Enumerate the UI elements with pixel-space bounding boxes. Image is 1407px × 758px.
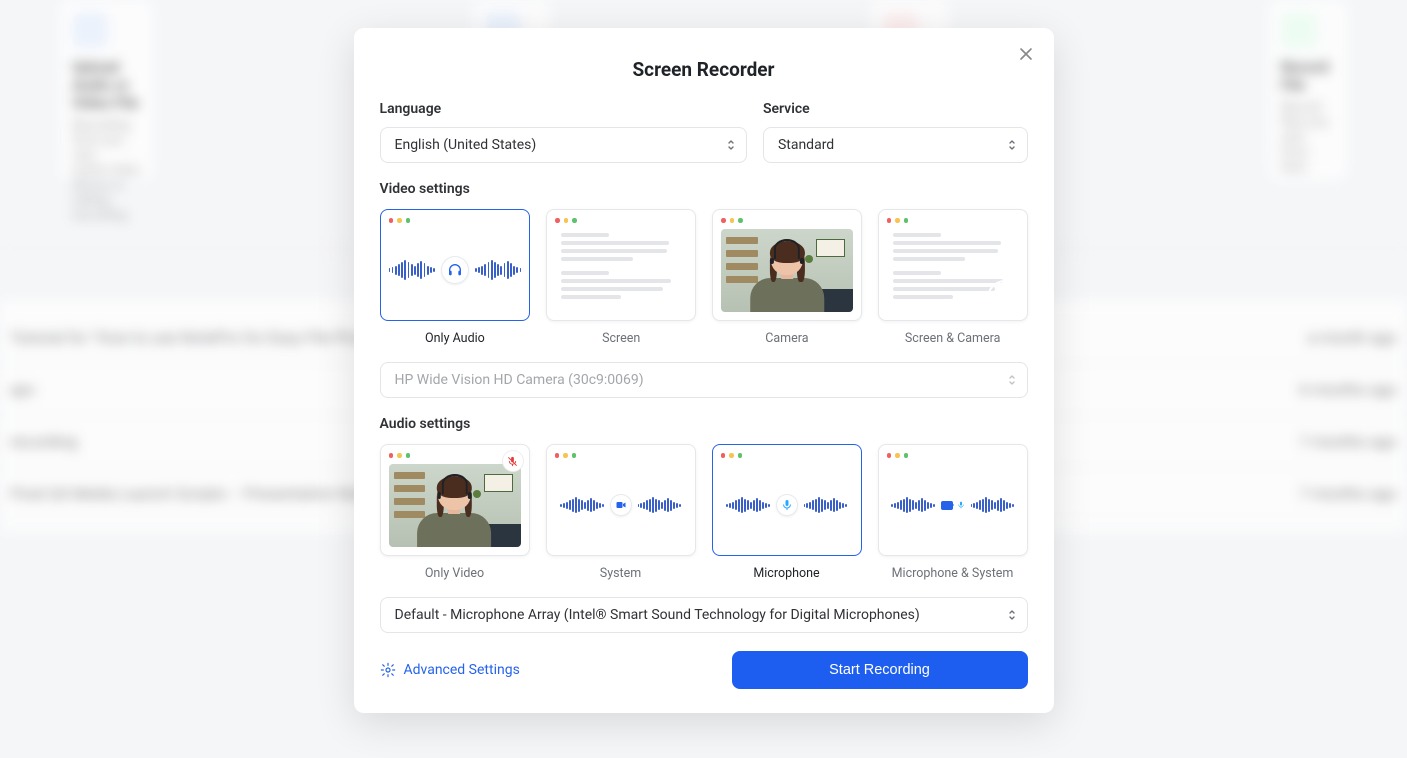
start-recording-button[interactable]: Start Recording	[732, 651, 1028, 689]
chevron-updown-icon	[726, 138, 736, 152]
advanced-settings-link[interactable]: Advanced Settings	[380, 662, 520, 678]
language-label: Language	[380, 101, 747, 117]
audio-settings-options: Only Video System	[380, 444, 1028, 581]
close-icon	[1019, 47, 1033, 61]
waveform-icon	[560, 497, 603, 513]
video-option-label: Camera	[765, 331, 808, 346]
video-mic-icon	[941, 500, 965, 510]
microphone-device-select[interactable]: Default - Microphone Array (Intel® Smart…	[380, 597, 1028, 633]
camera-device-select[interactable]: HP Wide Vision HD Camera (30c9:0069)	[380, 362, 1028, 398]
camera-preview-image	[389, 464, 521, 548]
waveform-icon	[638, 497, 681, 513]
chevron-updown-icon	[1007, 138, 1017, 152]
audio-option-microphone[interactable]	[712, 444, 862, 556]
microphone-device-value: Default - Microphone Array (Intel® Smart…	[395, 607, 920, 623]
service-value: Standard	[778, 137, 834, 153]
audio-option-only-video[interactable]	[380, 444, 530, 556]
waveform-icon	[389, 260, 435, 280]
video-option-screen[interactable]	[546, 209, 696, 321]
audio-option-mic-system[interactable]	[878, 444, 1028, 556]
video-settings-options: Only Audio Screen	[380, 209, 1028, 346]
video-option-screen-camera[interactable]	[878, 209, 1028, 321]
audio-option-system[interactable]	[546, 444, 696, 556]
mic-muted-icon	[503, 451, 523, 471]
microphone-icon	[776, 494, 798, 516]
document-skeleton-icon	[555, 229, 687, 299]
window-dots-icon	[555, 453, 687, 458]
audio-option-label: System	[600, 566, 641, 581]
waveform-icon	[475, 260, 521, 280]
video-settings-label: Video settings	[380, 181, 1028, 197]
modal-title: Screen Recorder	[380, 58, 1028, 81]
chevron-updown-icon	[1007, 608, 1017, 622]
video-option-camera[interactable]	[712, 209, 862, 321]
waveform-icon	[891, 497, 934, 513]
audio-option-label: Only Video	[425, 566, 484, 581]
language-select[interactable]: English (United States)	[380, 127, 747, 163]
video-option-only-audio[interactable]	[380, 209, 531, 321]
camera-thumbnail	[989, 282, 1021, 314]
audio-settings-label: Audio settings	[380, 416, 1028, 432]
service-label: Service	[763, 101, 1028, 117]
video-option-label: Only Audio	[425, 331, 485, 346]
gear-icon	[380, 662, 396, 678]
camera-device-value: HP Wide Vision HD Camera (30c9:0069)	[395, 372, 644, 388]
waveform-icon	[804, 497, 847, 513]
waveform-icon	[971, 497, 1014, 513]
close-button[interactable]	[1014, 42, 1038, 66]
video-option-label: Screen & Camera	[905, 331, 1001, 346]
waveform-icon	[726, 497, 769, 513]
language-value: English (United States)	[395, 137, 537, 153]
window-dots-icon	[389, 453, 521, 458]
window-dots-icon	[721, 218, 853, 223]
window-dots-icon	[721, 453, 853, 458]
window-dots-icon	[389, 218, 522, 223]
video-option-label: Screen	[602, 331, 640, 346]
screen-recorder-modal: Screen Recorder Language English (United…	[354, 28, 1054, 713]
audio-option-label: Microphone & System	[892, 566, 1014, 581]
service-select[interactable]: Standard	[763, 127, 1028, 163]
window-dots-icon	[555, 218, 687, 223]
headphones-icon	[441, 256, 469, 284]
video-icon	[610, 494, 632, 516]
window-dots-icon	[887, 453, 1019, 458]
camera-preview-image	[721, 229, 853, 313]
advanced-settings-label: Advanced Settings	[404, 662, 520, 678]
window-dots-icon	[887, 218, 1019, 223]
chevron-updown-icon	[1007, 373, 1017, 387]
audio-option-label: Microphone	[753, 566, 819, 581]
